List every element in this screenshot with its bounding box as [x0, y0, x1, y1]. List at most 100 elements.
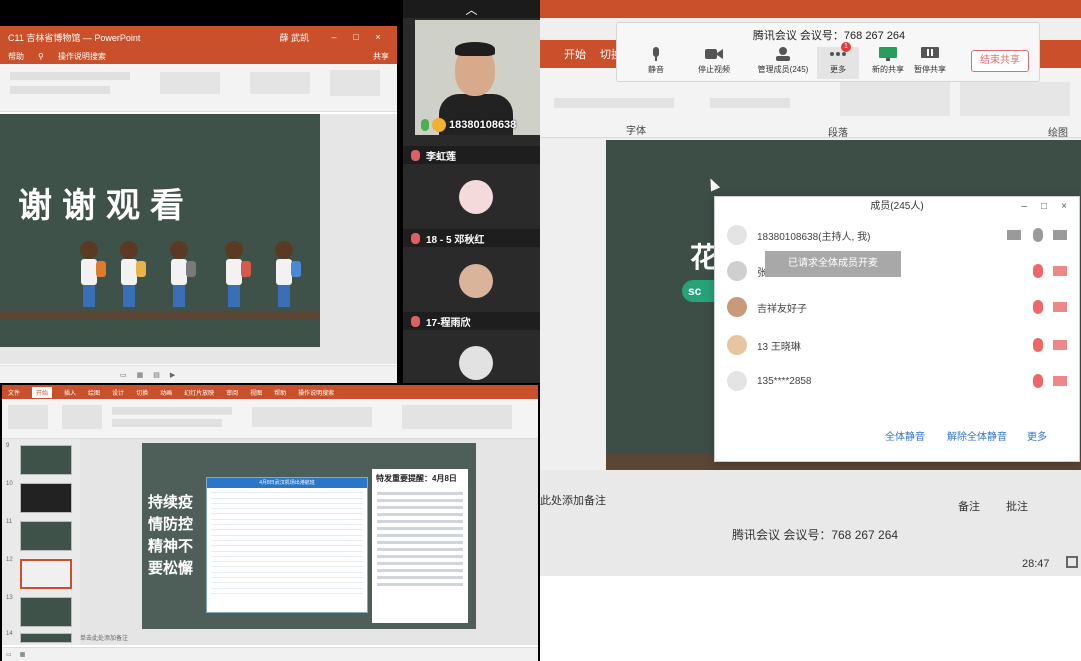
menu-view[interactable]: 视图	[250, 388, 262, 397]
maximize-icon[interactable]: □	[1041, 197, 1047, 217]
slide-vertical-text: 持续疫情防控精神不要松懈	[148, 493, 194, 577]
comments-button[interactable]: 批注	[1006, 498, 1028, 514]
ppt-user: 薛 武凯	[279, 32, 309, 43]
mic-icon	[647, 47, 665, 61]
menu-animations[interactable]: 动画	[160, 388, 172, 397]
notice-title: 特发重要提醒：4月8日	[376, 474, 457, 483]
mic-icon[interactable]	[1033, 228, 1043, 242]
menu-design[interactable]: 设计	[112, 388, 124, 397]
participant-avatar[interactable]	[459, 346, 493, 380]
view-sorter-icon[interactable]: ▦	[20, 651, 26, 658]
ppt-title: C11 吉林省博物馆 — PowerPoint	[8, 32, 141, 43]
menu-insert[interactable]: 插入	[64, 388, 76, 397]
member-avatar	[727, 371, 747, 391]
slide-thumbnail-selected[interactable]	[20, 559, 72, 589]
menu-help[interactable]: 帮助	[274, 388, 286, 397]
slide-thumbnail[interactable]	[20, 483, 72, 513]
ppt-menubar: 帮助 ⚲ 操作说明搜索 共享	[0, 48, 397, 64]
minimize-icon[interactable]: –	[1021, 197, 1027, 217]
mute-button[interactable]: 静音	[635, 47, 677, 75]
screen-share-icon	[1007, 230, 1021, 240]
camera-off-icon[interactable]	[1053, 340, 1067, 350]
host-badge-icon	[432, 118, 446, 132]
stop-video-button[interactable]: 停止视频	[693, 47, 735, 75]
members-icon	[774, 47, 792, 61]
menu-home[interactable]: 开始	[32, 386, 53, 398]
member-avatar	[727, 297, 747, 317]
participant-tile-name[interactable]: 李虹莲	[403, 146, 540, 164]
more-button[interactable]: 1 更多	[817, 42, 859, 79]
member-row[interactable]: 13 王晓琳	[727, 331, 1067, 359]
slideshow-icon[interactable]: ▶	[170, 371, 175, 379]
camera-off-icon[interactable]	[1053, 376, 1067, 386]
notice-box: 特发重要提醒：4月8日	[372, 469, 468, 623]
kid-figure	[170, 241, 196, 311]
close-icon[interactable]: ×	[1061, 197, 1067, 217]
collapse-chevron-icon[interactable]: ︿	[403, 0, 540, 18]
member-row[interactable]: 18380108638(主持人, 我)	[727, 221, 1067, 249]
slide-editor[interactable]: 持续疫情防控精神不要松懈 4月8日武汉机场出港航班 特发重要提醒：4月8日	[80, 439, 538, 645]
notes-placeholder[interactable]: 此处添加备注	[540, 492, 606, 508]
minimize-icon[interactable]: –	[323, 32, 345, 42]
ppt2-ribbon	[2, 399, 538, 439]
maximize-icon[interactable]: □	[345, 32, 367, 42]
menu-search[interactable]: 操作说明搜索	[58, 51, 106, 62]
participant-tile-name[interactable]: 18 - 5 邓秋红	[403, 229, 540, 247]
member-row[interactable]: 135****2858	[727, 367, 1067, 395]
menu-search[interactable]: 操作说明搜索	[298, 388, 334, 397]
flight-table: 4月8日武汉机场出港航班	[206, 477, 368, 613]
member-row[interactable]: 吉祥友好子	[727, 293, 1067, 321]
menu-slideshow[interactable]: 幻灯片放映	[184, 388, 214, 397]
view-sorter-icon[interactable]: ▦	[137, 371, 144, 379]
host-video-tile[interactable]: 18380108638	[415, 20, 540, 135]
kid-figure	[80, 241, 106, 311]
mic-muted-icon[interactable]	[1033, 338, 1043, 352]
unmute-all-button[interactable]: 解除全体静音	[947, 428, 1007, 443]
slide-thumbnail[interactable]	[20, 445, 72, 475]
kid-figure	[225, 241, 251, 311]
slide-thumbnail-pane: 9 10 11 12 13 14	[2, 439, 80, 645]
menu-help[interactable]: 帮助	[8, 51, 24, 62]
participant-tile-name[interactable]: 17-程雨欣	[403, 312, 540, 330]
participant-avatar[interactable]	[459, 180, 493, 214]
slide-thumbnail[interactable]	[20, 633, 72, 643]
menu-home[interactable]: 开始	[564, 46, 586, 62]
slide-editor[interactable]: 谢谢观看	[0, 114, 397, 364]
camera-off-icon[interactable]	[1053, 302, 1067, 312]
menu-file[interactable]: 文件	[8, 388, 20, 397]
view-normal-icon[interactable]: ▭	[6, 651, 12, 658]
search-icon[interactable]: ⚲	[38, 52, 44, 61]
view-reading-icon[interactable]: ▤	[153, 371, 160, 379]
slide-thumbnail[interactable]	[20, 597, 72, 627]
menu-review[interactable]: 审阅	[226, 388, 238, 397]
notes-placeholder[interactable]: 单击此处添加备注	[80, 633, 128, 642]
slide-thumbnail[interactable]	[20, 521, 72, 551]
pause-share-button[interactable]: 暂停共享	[909, 47, 951, 75]
notes-button[interactable]: 备注	[958, 498, 980, 514]
mic-muted-icon	[411, 315, 420, 327]
flight-table-title: 4月8日武汉机场出港航班	[207, 478, 367, 488]
menu-transitions[interactable]: 切换	[136, 388, 148, 397]
close-icon[interactable]: ×	[367, 32, 389, 42]
menu-draw[interactable]: 绘图	[88, 388, 100, 397]
fullscreen-icon[interactable]	[1066, 556, 1078, 568]
manage-members-button[interactable]: 管理成员(245)	[757, 47, 809, 75]
meeting-title: 腾讯会议 会议号：768 267 264	[752, 30, 906, 42]
camera-icon[interactable]	[1053, 230, 1067, 240]
kid-figure	[120, 241, 146, 311]
members-more-button[interactable]: 更多	[1027, 428, 1047, 443]
mic-muted-icon[interactable]	[1033, 374, 1043, 388]
mic-muted-icon[interactable]	[1033, 264, 1043, 278]
new-share-button[interactable]: 新的共享	[867, 47, 909, 75]
ppt-statusbar: ▭ ▦ ▤ ▶	[0, 365, 397, 383]
end-share-button[interactable]: 结束共享	[971, 50, 1029, 72]
mute-all-button[interactable]: 全体静音	[885, 428, 925, 443]
mic-muted-icon[interactable]	[1033, 300, 1043, 314]
ppt-ribbon	[0, 64, 397, 112]
slide-title: 谢谢观看	[18, 186, 194, 226]
camera-off-icon[interactable]	[1053, 266, 1067, 276]
view-normal-icon[interactable]: ▭	[120, 371, 127, 379]
participant-avatar[interactable]	[459, 264, 493, 298]
share-button[interactable]: 共享	[373, 51, 389, 62]
ppt-titlebar	[540, 0, 1081, 18]
